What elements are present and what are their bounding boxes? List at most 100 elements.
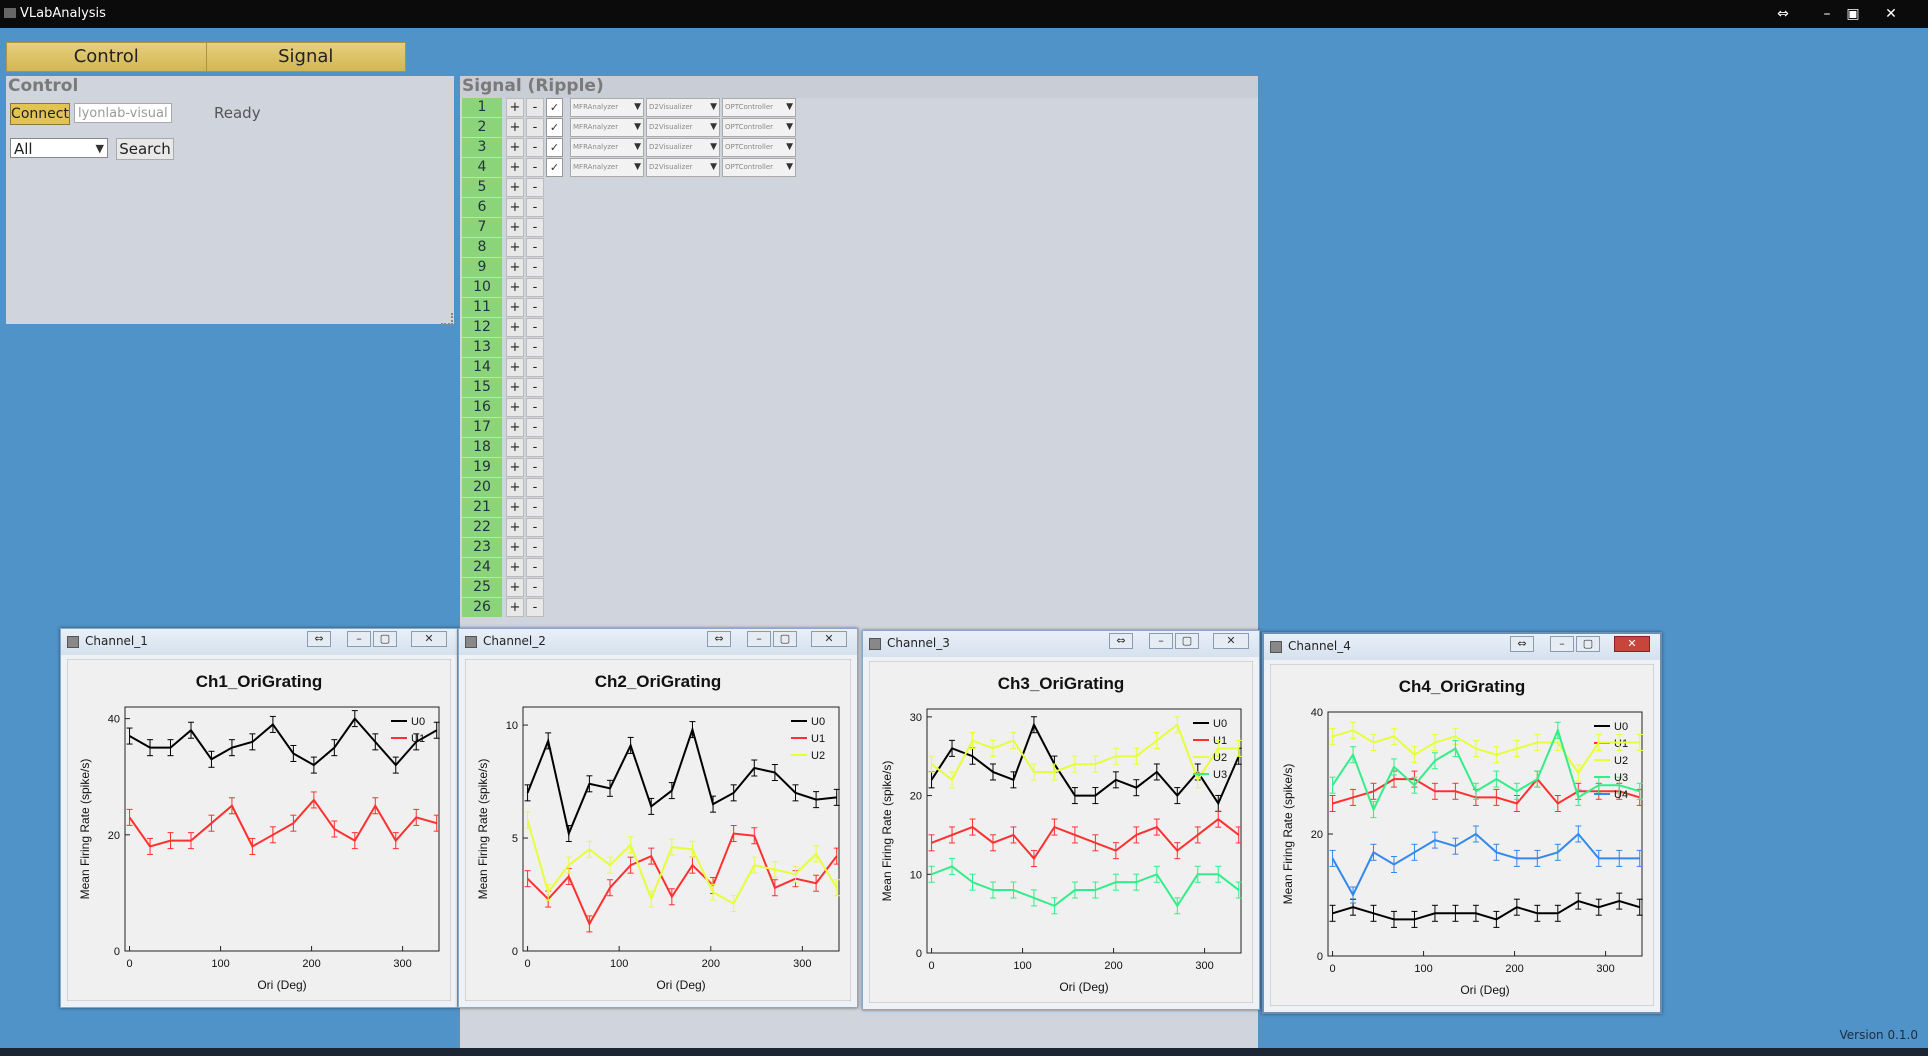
channel-number[interactable]: 12 (462, 318, 502, 337)
add-channel-button[interactable]: + (506, 578, 524, 597)
tab-signal[interactable]: Signal (206, 43, 405, 71)
remove-channel-button[interactable]: - (526, 578, 544, 597)
channel-number[interactable]: 10 (462, 278, 502, 297)
remove-channel-button[interactable]: - (526, 278, 544, 297)
add-channel-button[interactable]: + (506, 538, 524, 557)
maximize-icon[interactable]: ▢ (373, 631, 397, 647)
minimize-icon[interactable]: – (1149, 633, 1173, 649)
remove-channel-button[interactable]: - (526, 418, 544, 437)
resize-arrows-icon[interactable]: ⇔ (1109, 633, 1133, 649)
remove-channel-button[interactable]: - (526, 158, 544, 177)
add-channel-button[interactable]: + (506, 358, 524, 377)
add-channel-button[interactable]: + (506, 198, 524, 217)
add-channel-button[interactable]: + (506, 138, 524, 157)
add-channel-button[interactable]: + (506, 518, 524, 537)
minimize-icon[interactable]: – (1550, 636, 1574, 652)
remove-channel-button[interactable]: - (526, 538, 544, 557)
channel-number[interactable]: 18 (462, 438, 502, 457)
channel-number[interactable]: 9 (462, 258, 502, 277)
controller-select[interactable]: OPTController ▼ (722, 138, 796, 157)
minimize-icon[interactable]: – (747, 631, 771, 647)
remove-channel-button[interactable]: - (526, 598, 544, 617)
channel-number[interactable]: 15 (462, 378, 502, 397)
remove-channel-button[interactable]: - (526, 478, 544, 497)
resize-grip-icon[interactable] (441, 313, 453, 325)
visualizer-select[interactable]: D2Visualizer ▼ (646, 138, 720, 157)
resize-arrows-icon[interactable]: ⇔ (1510, 636, 1534, 652)
channel-number[interactable]: 14 (462, 358, 502, 377)
channel-number[interactable]: 2 (462, 118, 502, 137)
host-input[interactable]: lyonlab-visual (74, 103, 172, 123)
close-icon[interactable]: ✕ (411, 631, 447, 647)
close-icon[interactable]: ✕ (1213, 633, 1249, 649)
remove-channel-button[interactable]: - (526, 118, 544, 137)
channel-number[interactable]: 7 (462, 218, 502, 237)
maximize-icon[interactable]: ▢ (1576, 636, 1600, 652)
remove-channel-button[interactable]: - (526, 238, 544, 257)
add-channel-button[interactable]: + (506, 218, 524, 237)
maximize-icon[interactable]: ▢ (1175, 633, 1199, 649)
tab-control[interactable]: Control (7, 43, 207, 71)
remove-channel-button[interactable]: - (526, 218, 544, 237)
channel-number[interactable]: 8 (462, 238, 502, 257)
add-channel-button[interactable]: + (506, 318, 524, 337)
channel-number[interactable]: 20 (462, 478, 502, 497)
analyzer-select[interactable]: MFRAnalyzer ▼ (570, 158, 644, 177)
remove-channel-button[interactable]: - (526, 338, 544, 357)
controller-select[interactable]: OPTController ▼ (722, 158, 796, 177)
add-channel-button[interactable]: + (506, 458, 524, 477)
channel-enabled-checkbox[interactable]: ✓ (546, 98, 563, 117)
remove-channel-button[interactable]: - (526, 298, 544, 317)
resize-arrows-icon[interactable]: ⇔ (1772, 6, 1794, 22)
channel-number[interactable]: 24 (462, 558, 502, 577)
close-icon[interactable]: ✕ (1614, 636, 1650, 652)
remove-channel-button[interactable]: - (526, 498, 544, 517)
remove-channel-button[interactable]: - (526, 518, 544, 537)
analyzer-select[interactable]: MFRAnalyzer ▼ (570, 98, 644, 117)
remove-channel-button[interactable]: - (526, 358, 544, 377)
add-channel-button[interactable]: + (506, 278, 524, 297)
channel-number[interactable]: 13 (462, 338, 502, 357)
analyzer-select[interactable]: MFRAnalyzer ▼ (570, 138, 644, 157)
filter-select[interactable]: All ▼ (10, 138, 108, 158)
add-channel-button[interactable]: + (506, 418, 524, 437)
channel-number[interactable]: 6 (462, 198, 502, 217)
add-channel-button[interactable]: + (506, 298, 524, 317)
channel-number[interactable]: 5 (462, 178, 502, 197)
remove-channel-button[interactable]: - (526, 438, 544, 457)
add-channel-button[interactable]: + (506, 158, 524, 177)
add-channel-button[interactable]: + (506, 378, 524, 397)
remove-channel-button[interactable]: - (526, 398, 544, 417)
add-channel-button[interactable]: + (506, 558, 524, 577)
add-channel-button[interactable]: + (506, 178, 524, 197)
remove-channel-button[interactable]: - (526, 318, 544, 337)
close-icon[interactable]: ✕ (811, 631, 847, 647)
remove-channel-button[interactable]: - (526, 178, 544, 197)
channel-number[interactable]: 11 (462, 298, 502, 317)
channel-number[interactable]: 1 (462, 98, 502, 117)
search-button[interactable]: Search (116, 138, 174, 160)
channel-number[interactable]: 26 (462, 598, 502, 617)
remove-channel-button[interactable]: - (526, 138, 544, 157)
resize-arrows-icon[interactable]: ⇔ (707, 631, 731, 647)
remove-channel-button[interactable]: - (526, 98, 544, 117)
remove-channel-button[interactable]: - (526, 458, 544, 477)
remove-channel-button[interactable]: - (526, 378, 544, 397)
add-channel-button[interactable]: + (506, 258, 524, 277)
channel-enabled-checkbox[interactable]: ✓ (546, 158, 563, 177)
visualizer-select[interactable]: D2Visualizer ▼ (646, 158, 720, 177)
minimize-icon[interactable]: – (1816, 6, 1838, 22)
visualizer-select[interactable]: D2Visualizer ▼ (646, 118, 720, 137)
controller-select[interactable]: OPTController ▼ (722, 118, 796, 137)
add-channel-button[interactable]: + (506, 438, 524, 457)
channel-number[interactable]: 19 (462, 458, 502, 477)
minimize-icon[interactable]: – (347, 631, 371, 647)
channel-number[interactable]: 23 (462, 538, 502, 557)
add-channel-button[interactable]: + (506, 478, 524, 497)
remove-channel-button[interactable]: - (526, 258, 544, 277)
connect-button[interactable]: Connect (10, 103, 70, 125)
channel-number[interactable]: 22 (462, 518, 502, 537)
controller-select[interactable]: OPTController ▼ (722, 98, 796, 117)
channel-enabled-checkbox[interactable]: ✓ (546, 138, 563, 157)
add-channel-button[interactable]: + (506, 118, 524, 137)
